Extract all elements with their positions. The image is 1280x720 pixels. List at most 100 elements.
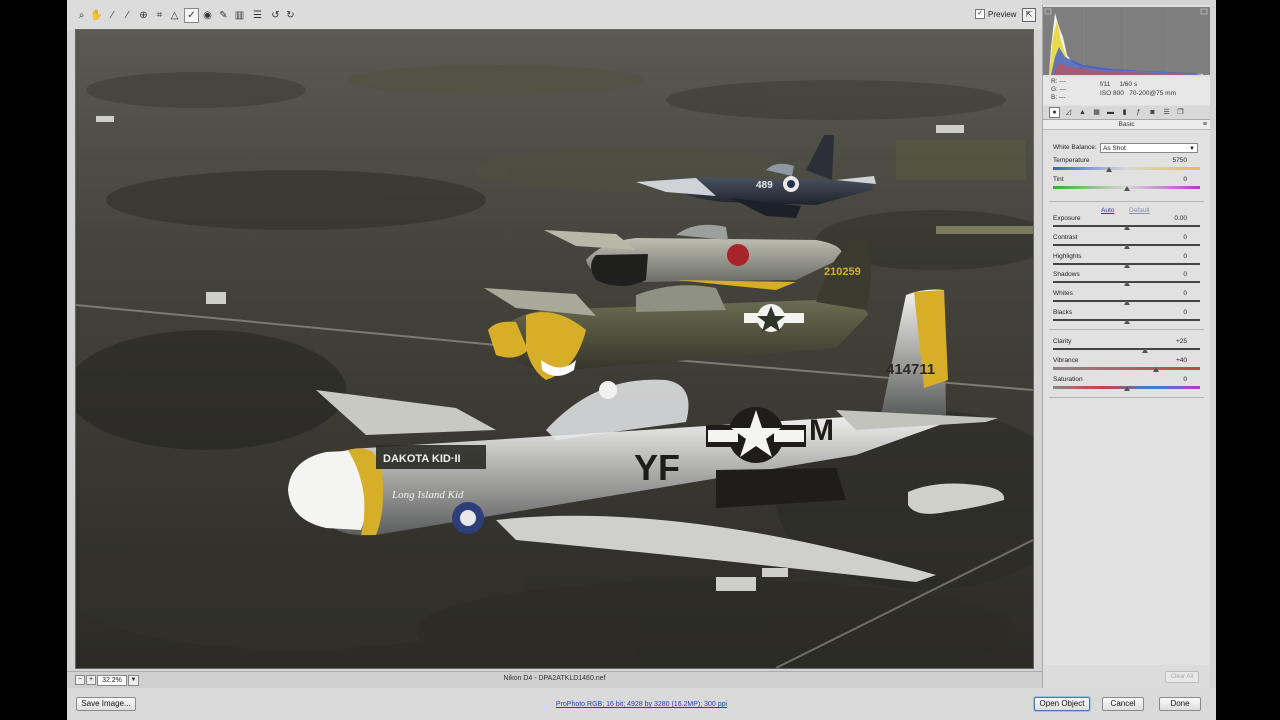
panel-header: Basic ≡ — [1043, 120, 1210, 130]
clear-all-button[interactable]: Clear All — [1165, 671, 1199, 683]
section-divider — [1049, 397, 1204, 398]
zoom-tool-icon[interactable]: ⌕ — [75, 9, 88, 22]
lens-corrections-tab-icon[interactable]: ▮ — [1120, 108, 1129, 117]
saturation-slider-thumb[interactable] — [1123, 386, 1130, 391]
white-balance-value: As Shot — [1103, 145, 1126, 152]
plane-4-name: DAKOTA KID·II — [383, 453, 461, 465]
hand-tool-icon[interactable]: ✋ — [90, 9, 103, 22]
vibrance-slider-track[interactable] — [1053, 367, 1200, 370]
detail-tab-icon[interactable]: ▲ — [1078, 108, 1087, 117]
shadows-slider-thumb[interactable] — [1123, 281, 1130, 286]
effects-tab-icon[interactable]: ƒ — [1134, 108, 1143, 117]
temperature-value[interactable]: 5750 — [1157, 157, 1187, 164]
preview-checkbox[interactable]: ✓ — [975, 9, 985, 19]
contrast-slider-thumb[interactable] — [1123, 244, 1130, 249]
tint-label: Tint — [1053, 176, 1064, 183]
rotate-left-icon[interactable]: ↺ — [269, 9, 282, 22]
highlights-label: Highlights — [1053, 253, 1082, 260]
contrast-value[interactable]: 0 — [1157, 234, 1187, 241]
histogram — [1043, 7, 1210, 75]
camera-info: f/11 1/60 s ISO 800 70-200@75 mm — [1100, 80, 1176, 98]
contrast-label: Contrast — [1053, 234, 1078, 241]
highlights-value[interactable]: 0 — [1157, 253, 1187, 260]
default-link[interactable]: Default — [1129, 207, 1150, 214]
plane-4-code-left: YF — [634, 447, 680, 488]
camera-raw-dialog: ⌕✋⁄⁄⊕⌗△✓◉✎▥☰↺↻ ✓ Preview ⇱ — [67, 0, 1216, 720]
camera-calibration-tab-icon[interactable]: ◙ — [1148, 108, 1157, 117]
adjustments-panel: R: --- G: --- B: --- f/11 1/60 s ISO 800… — [1042, 5, 1210, 688]
done-button[interactable]: Done — [1159, 697, 1201, 711]
shutter-speed: 1/60 s — [1119, 81, 1138, 88]
tint-value[interactable]: 0 — [1157, 176, 1187, 183]
temperature-slider-thumb[interactable] — [1105, 167, 1112, 172]
lens: 70-200@75 mm — [1129, 90, 1176, 97]
image-preview[interactable]: 489 210259 414711 DAKOTA KID·II Long Isl… — [75, 29, 1034, 669]
exposure-value[interactable]: 0.00 — [1157, 215, 1187, 222]
panel-title: Basic — [1118, 121, 1135, 128]
red-readout: R: --- — [1051, 78, 1066, 85]
adjustment-brush-icon[interactable]: ✎ — [217, 9, 230, 22]
tone-curve-tab-icon[interactable]: ◿ — [1064, 108, 1073, 117]
shadows-label: Shadows — [1053, 271, 1080, 278]
whites-slider-thumb[interactable] — [1123, 300, 1130, 305]
tint-slider-thumb[interactable] — [1123, 186, 1130, 191]
highlights-slider-thumb[interactable] — [1123, 263, 1130, 268]
shadows-value[interactable]: 0 — [1157, 271, 1187, 278]
blacks-slider-thumb[interactable] — [1123, 319, 1130, 324]
saturation-label: Saturation — [1053, 376, 1083, 383]
temperature-slider-track[interactable] — [1053, 167, 1200, 170]
rotate-right-icon[interactable]: ↻ — [284, 9, 297, 22]
blacks-value[interactable]: 0 — [1157, 309, 1187, 316]
white-balance-tool-icon[interactable]: ⁄ — [106, 9, 119, 22]
hsl-tab-icon[interactable]: ▦ — [1092, 108, 1101, 117]
plane-1-code: 489 — [756, 180, 773, 191]
open-object-button[interactable]: Open Object — [1034, 697, 1090, 711]
panel-menu-icon[interactable]: ≡ — [1203, 120, 1207, 129]
chevron-down-icon: ▼ — [1189, 146, 1195, 152]
white-balance-select[interactable]: As Shot ▼ — [1100, 143, 1198, 153]
exposure-label: Exposure — [1053, 215, 1081, 222]
file-name: Nikon D4 - DPA2ATKLD1460.nef — [503, 675, 606, 682]
exposure-slider-thumb[interactable] — [1123, 225, 1130, 230]
targeted-adjustment-tool-icon[interactable]: ⊕ — [137, 9, 150, 22]
color-sampler-tool-icon[interactable]: ⁄ — [121, 9, 134, 22]
preferences-icon[interactable]: ☰ — [251, 9, 264, 22]
white-balance-label: White Balance: — [1053, 144, 1097, 151]
cancel-button[interactable]: Cancel — [1102, 697, 1144, 711]
blue-readout: B: --- — [1051, 94, 1066, 101]
preview-label: Preview — [988, 9, 1017, 19]
plane-3-serial: 210259 — [824, 266, 861, 278]
snapshots-tab-icon[interactable]: ❐ — [1176, 108, 1185, 117]
plane-4-script: Long Island Kid — [391, 489, 464, 501]
whites-label: Whites — [1053, 290, 1073, 297]
vibrance-slider-thumb[interactable] — [1152, 367, 1159, 372]
iso: ISO 800 — [1100, 90, 1124, 97]
clarity-slider-track[interactable] — [1053, 348, 1200, 350]
crop-tool-icon[interactable]: ⌗ — [153, 9, 166, 22]
section-divider — [1049, 201, 1204, 202]
saturation-value[interactable]: 0 — [1157, 376, 1187, 383]
presets-tab-icon[interactable]: ☰ — [1162, 108, 1171, 117]
split-toning-tab-icon[interactable]: ▬ — [1106, 108, 1115, 117]
spot-removal-tool-icon[interactable]: ✓ — [184, 8, 199, 23]
fullscreen-icon[interactable]: ⇱ — [1022, 8, 1036, 22]
histogram-graph — [1043, 7, 1210, 75]
basic-tab-icon[interactable]: ● — [1049, 107, 1060, 118]
auto-link[interactable]: Auto — [1101, 207, 1114, 214]
plane-4-code-right: M — [809, 414, 834, 447]
vibrance-value[interactable]: +40 — [1157, 357, 1187, 364]
clarity-slider-thumb[interactable] — [1141, 348, 1148, 353]
whites-value[interactable]: 0 — [1157, 290, 1187, 297]
preview-toggle[interactable]: ✓ Preview — [975, 9, 1016, 19]
vibrance-label: Vibrance — [1053, 357, 1079, 364]
aperture: f/11 — [1100, 81, 1111, 88]
pixel-readout: R: --- G: --- B: --- f/11 1/60 s ISO 800… — [1043, 77, 1210, 105]
graduated-filter-icon[interactable]: ▥ — [233, 9, 246, 22]
blacks-label: Blacks — [1053, 309, 1073, 316]
plane-4-serial: 414711 — [886, 361, 935, 378]
photo-canvas: 489 210259 414711 DAKOTA KID·II Long Isl… — [76, 30, 1033, 668]
red-eye-tool-icon[interactable]: ◉ — [201, 9, 214, 22]
clarity-label: Clarity — [1053, 338, 1072, 345]
straighten-tool-icon[interactable]: △ — [168, 9, 181, 22]
clarity-value[interactable]: +25 — [1157, 338, 1187, 345]
